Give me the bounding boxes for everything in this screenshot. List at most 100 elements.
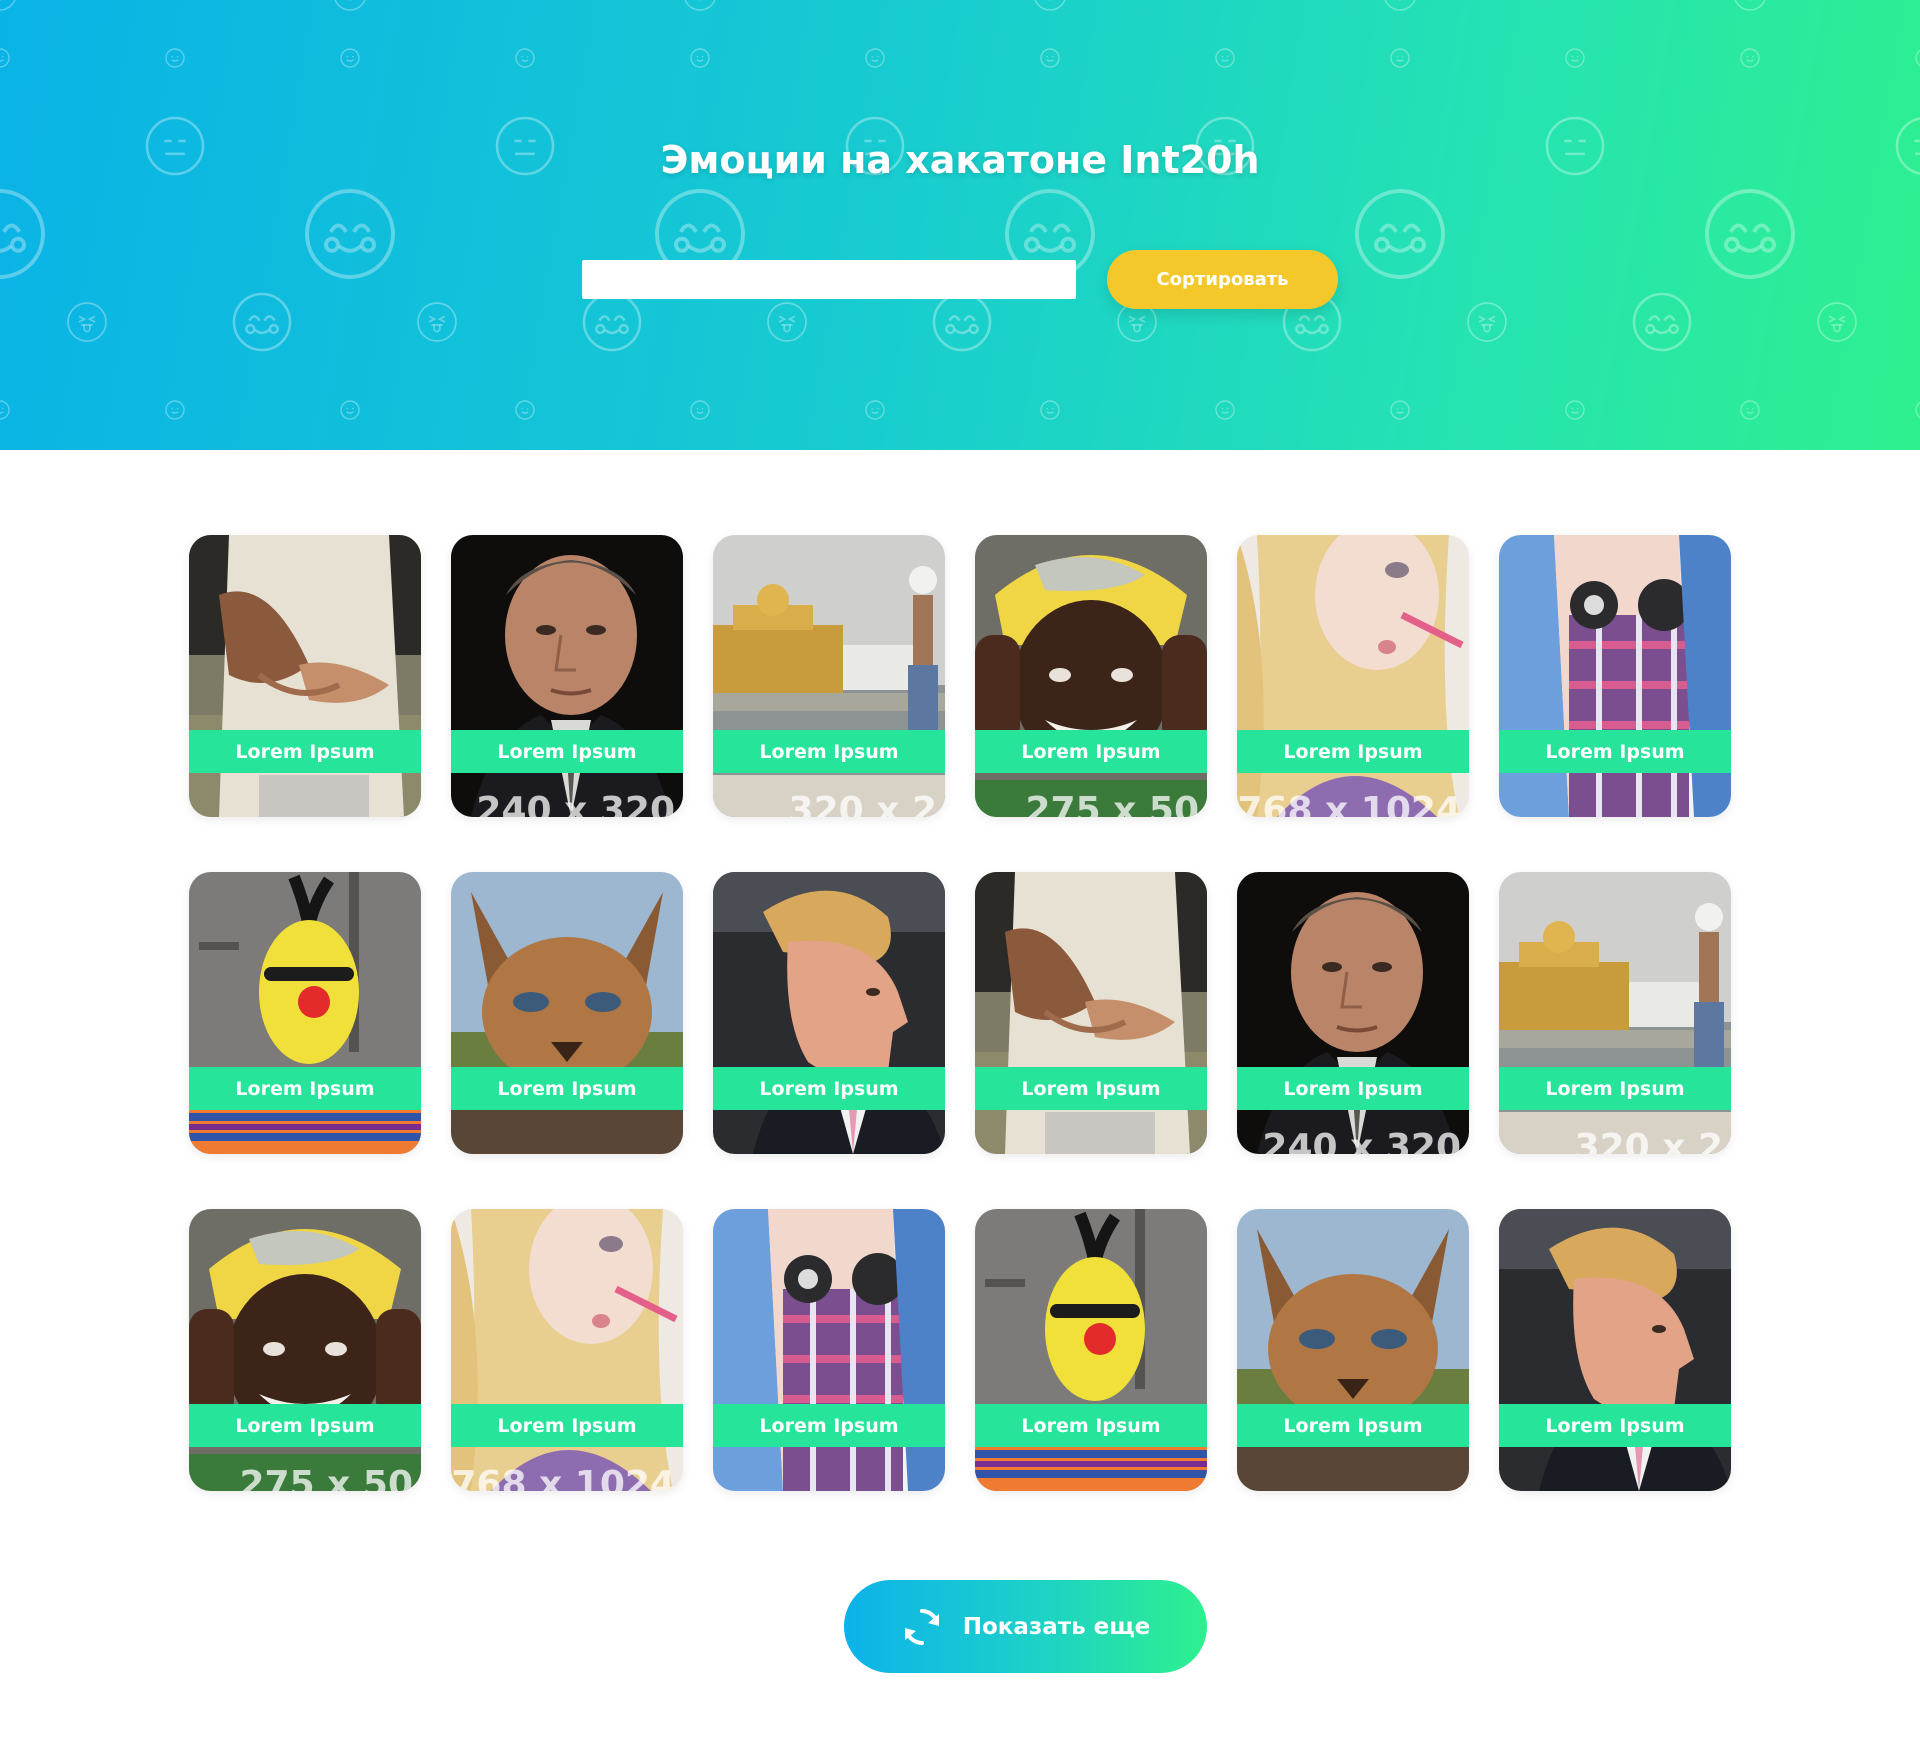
emoji-icon bbox=[767, 302, 807, 342]
gallery-card[interactable]: Lorem Ipsum bbox=[713, 1209, 945, 1491]
emoji-pattern-background bbox=[0, 0, 1920, 420]
photo-thumbnail bbox=[975, 535, 1207, 817]
card-label: Lorem Ipsum bbox=[975, 1404, 1207, 1447]
emoji-icon bbox=[1040, 48, 1060, 68]
emoji-icon bbox=[1355, 189, 1445, 279]
gallery-card[interactable]: Lorem Ipsum 275 x 50 bbox=[975, 535, 1207, 817]
emoji-icon bbox=[690, 48, 710, 68]
gallery-card[interactable]: Lorem Ipsum bbox=[189, 872, 421, 1154]
photo-thumbnail bbox=[451, 535, 683, 817]
emoji-icon bbox=[1467, 302, 1507, 342]
card-label: Lorem Ipsum bbox=[1499, 1067, 1731, 1110]
emoji-icon bbox=[1565, 400, 1585, 420]
card-label: Lorem Ipsum bbox=[189, 1404, 421, 1447]
show-more-button[interactable]: Показать еще bbox=[844, 1580, 1207, 1673]
photo-thumbnail bbox=[1499, 535, 1731, 817]
emoji-icon bbox=[165, 48, 185, 68]
photo-thumbnail bbox=[1237, 535, 1469, 817]
sort-button[interactable]: Сортировать bbox=[1107, 250, 1338, 309]
emoji-icon bbox=[684, 0, 716, 11]
emoji-icon bbox=[1817, 302, 1857, 342]
emoji-icon bbox=[334, 0, 366, 11]
photo-thumbnail bbox=[1499, 1209, 1731, 1491]
emoji-icon bbox=[165, 400, 185, 420]
card-label: Lorem Ipsum bbox=[451, 1067, 683, 1110]
card-size-watermark: 240 x 320 bbox=[1262, 1127, 1461, 1154]
card-label: Lorem Ipsum bbox=[189, 1067, 421, 1110]
gallery-card[interactable]: Lorem Ipsum 768 x 1024 bbox=[451, 1209, 683, 1491]
card-size-watermark: 320 x 2 bbox=[788, 790, 937, 817]
emoji-icon bbox=[1734, 0, 1766, 11]
emoji-icon bbox=[305, 189, 395, 279]
photo-thumbnail bbox=[189, 535, 421, 817]
emoji-icon bbox=[0, 48, 10, 68]
refresh-icon bbox=[904, 1608, 939, 1645]
emoji-icon bbox=[1215, 400, 1235, 420]
emoji-icon bbox=[340, 48, 360, 68]
card-size-watermark: 275 x 50 bbox=[1025, 790, 1199, 817]
gallery-card[interactable]: Lorem Ipsum 240 x 320 bbox=[451, 535, 683, 817]
card-label: Lorem Ipsum bbox=[451, 1404, 683, 1447]
gallery-card[interactable]: Lorem Ipsum bbox=[189, 535, 421, 817]
emoji-icon bbox=[1740, 48, 1760, 68]
card-size-watermark: 768 x 1024 bbox=[1237, 790, 1461, 817]
card-label: Lorem Ipsum bbox=[713, 730, 945, 773]
emoji-icon bbox=[865, 48, 885, 68]
card-label: Lorem Ipsum bbox=[189, 730, 421, 773]
emoji-icon bbox=[1705, 189, 1795, 279]
card-size-watermark: 275 x 50 bbox=[239, 1464, 413, 1491]
gallery-card[interactable]: Lorem Ipsum bbox=[1237, 1209, 1469, 1491]
gallery-card[interactable]: Lorem Ipsum 768 x 1024 bbox=[1237, 535, 1469, 817]
gallery-card[interactable]: Lorem Ipsum 320 x 2 bbox=[713, 535, 945, 817]
emoji-icon bbox=[1632, 292, 1692, 352]
photo-thumbnail bbox=[713, 872, 945, 1154]
emoji-icon bbox=[1390, 400, 1410, 420]
emoji-icon bbox=[515, 400, 535, 420]
gallery-card[interactable]: Lorem Ipsum bbox=[1499, 535, 1731, 817]
emoji-icon bbox=[0, 0, 16, 11]
emoji-icon bbox=[1915, 401, 1920, 419]
gallery-card[interactable]: Lorem Ipsum 275 x 50 bbox=[189, 1209, 421, 1491]
photo-thumbnail bbox=[189, 872, 421, 1154]
show-more-label: Показать еще bbox=[962, 1613, 1151, 1640]
photo-thumbnail bbox=[1237, 872, 1469, 1154]
photo-gallery: Lorem Ipsum Lorem Ipsum 240 x 320 Lorem Ips… bbox=[189, 535, 1732, 1491]
card-label: Lorem Ipsum bbox=[1499, 730, 1731, 773]
card-size-watermark: 240 x 320 bbox=[476, 790, 675, 817]
card-label: Lorem Ipsum bbox=[975, 1067, 1207, 1110]
card-label: Lorem Ipsum bbox=[713, 1067, 945, 1110]
hero-header: Эмоции на хакатоне Int20h Сортировать bbox=[0, 0, 1920, 450]
card-label: Lorem Ipsum bbox=[713, 1404, 945, 1447]
emoji-icon bbox=[582, 292, 642, 352]
photo-thumbnail bbox=[1499, 872, 1731, 1154]
emoji-icon bbox=[1740, 400, 1760, 420]
card-size-watermark: 768 x 1024 bbox=[451, 1464, 675, 1491]
emoji-icon bbox=[1915, 49, 1920, 67]
emoji-icon bbox=[340, 400, 360, 420]
photo-thumbnail bbox=[713, 535, 945, 817]
gallery-card[interactable]: Lorem Ipsum bbox=[713, 872, 945, 1154]
card-label: Lorem Ipsum bbox=[1237, 1067, 1469, 1110]
gallery-card[interactable]: Lorem Ipsum 240 x 320 bbox=[1237, 872, 1469, 1154]
card-label: Lorem Ipsum bbox=[451, 730, 683, 773]
emoji-icon bbox=[1384, 0, 1416, 11]
emoji-icon bbox=[932, 292, 992, 352]
card-label: Lorem Ipsum bbox=[1237, 1404, 1469, 1447]
page-title: Эмоции на хакатоне Int20h bbox=[660, 138, 1260, 182]
emoji-icon bbox=[1040, 400, 1060, 420]
emoji-icon bbox=[417, 302, 457, 342]
gallery-card[interactable]: Lorem Ipsum bbox=[975, 872, 1207, 1154]
gallery-card[interactable]: Lorem Ipsum bbox=[975, 1209, 1207, 1491]
emoji-icon bbox=[1565, 48, 1585, 68]
card-label: Lorem Ipsum bbox=[1499, 1404, 1731, 1447]
photo-thumbnail bbox=[1237, 1209, 1469, 1491]
emoji-icon bbox=[0, 400, 10, 420]
gallery-card[interactable]: Lorem Ipsum bbox=[1499, 1209, 1731, 1491]
photo-thumbnail bbox=[451, 872, 683, 1154]
gallery-card[interactable]: Lorem Ipsum bbox=[451, 872, 683, 1154]
gallery-card[interactable]: Lorem Ipsum 320 x 2 bbox=[1499, 872, 1731, 1154]
emoji-icon bbox=[1034, 0, 1066, 11]
emoji-icon bbox=[515, 48, 535, 68]
search-input[interactable] bbox=[582, 260, 1076, 299]
card-label: Lorem Ipsum bbox=[1237, 730, 1469, 773]
